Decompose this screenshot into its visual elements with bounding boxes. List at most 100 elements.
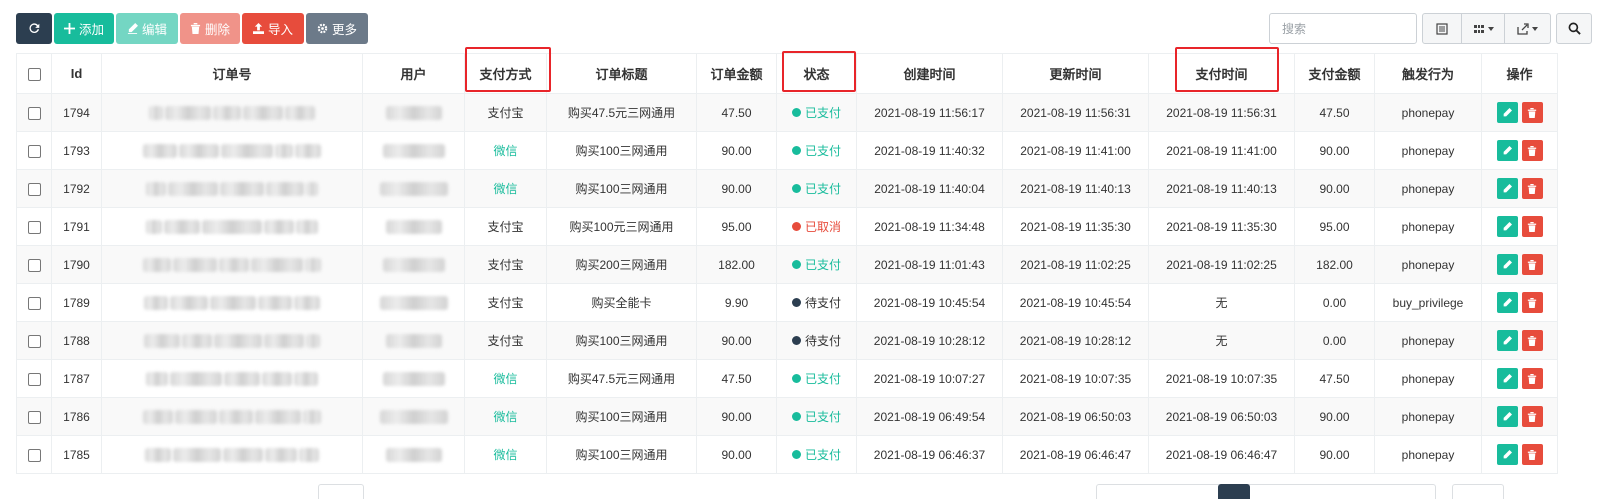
pagination-jump[interactable] [1452, 484, 1504, 499]
trash-icon [1527, 221, 1537, 232]
pencil-icon [1503, 297, 1512, 306]
cell-pay-method: 微信 [464, 397, 547, 436]
table-row[interactable]: 1794 支付宝 购买47.5元三网通用 47.50 已支付 2021-08-19 11:… [16, 93, 1558, 132]
trash-icon [1527, 373, 1537, 384]
cell-trigger: phonepay [1374, 435, 1482, 474]
right-tools [1269, 13, 1592, 44]
more-button[interactable]: 更多 [306, 13, 368, 44]
row-checkbox[interactable] [27, 372, 41, 386]
cell-updated: 2021-08-19 10:28:12 [1002, 321, 1149, 360]
pagination[interactable] [1096, 484, 1436, 499]
cell-trigger: phonepay [1374, 359, 1482, 398]
table-row[interactable]: 1793 微信 购买100三网通用 90.00 已支付 2021-08-19 11:40:… [16, 131, 1558, 170]
row-delete-button[interactable] [1521, 368, 1543, 389]
cell-user-redacted [362, 321, 465, 360]
row-checkbox[interactable] [27, 258, 41, 272]
export-dropdown-button[interactable] [1505, 13, 1551, 44]
cell-paid-amount: 182.00 [1294, 245, 1375, 284]
row-edit-button[interactable] [1496, 102, 1518, 123]
header-paid-time[interactable]: 支付时间 [1148, 53, 1295, 94]
row-delete-button[interactable] [1521, 254, 1543, 275]
orders-table: Id 订单号 用户 支付方式 订单标题 订单金额 状态 创建时间 更新时间 支付… [16, 53, 1558, 474]
columns-dropdown-button[interactable] [1462, 13, 1505, 44]
table-row[interactable]: 1791 支付宝 购买100元三网通用 95.00 已取消 2021-08-19 11:3… [16, 207, 1558, 246]
row-edit-button[interactable] [1496, 368, 1518, 389]
row-edit-button[interactable] [1496, 292, 1518, 313]
search-input[interactable] [1269, 13, 1417, 44]
table-row[interactable]: 1788 支付宝 购买100三网通用 90.00 待支付 2021-08-19 10:28… [16, 321, 1558, 360]
toggle-view-button[interactable] [1422, 13, 1462, 44]
row-edit-button[interactable] [1496, 178, 1518, 199]
delete-button[interactable]: 删除 [180, 13, 240, 44]
row-delete-button[interactable] [1521, 330, 1543, 351]
row-checkbox[interactable] [27, 220, 41, 234]
header-paid-amount[interactable]: 支付金额 [1294, 53, 1375, 94]
row-delete-button[interactable] [1521, 102, 1543, 123]
row-edit-button[interactable] [1496, 444, 1518, 465]
header-order-no[interactable]: 订单号 [101, 53, 363, 94]
add-button[interactable]: 添加 [54, 13, 114, 44]
row-checkbox[interactable] [27, 106, 41, 120]
cell-title: 购买200三网通用 [546, 245, 697, 284]
row-delete-button[interactable] [1521, 216, 1543, 237]
cell-paid-amount: 90.00 [1294, 435, 1375, 474]
row-checkbox[interactable] [27, 144, 41, 158]
header-id[interactable]: Id [51, 53, 102, 94]
refresh-button[interactable] [16, 13, 52, 44]
status-dot-icon [791, 222, 801, 231]
row-checkbox[interactable] [27, 334, 41, 348]
table-row[interactable]: 1790 支付宝 购买200三网通用 182.00 已支付 2021-08-19 11:0… [16, 245, 1558, 284]
table-row[interactable]: 1785 微信 购买100三网通用 90.00 已支付 2021-08-19 06:46:… [16, 435, 1558, 474]
row-delete-button[interactable] [1521, 292, 1543, 313]
header-status[interactable]: 状态 [776, 53, 857, 94]
header-pay-method[interactable]: 支付方式 [464, 53, 547, 94]
row-checkbox[interactable] [27, 182, 41, 196]
table-row[interactable]: 1787 微信 购买47.5元三网通用 47.50 已支付 2021-08-19 10:0… [16, 359, 1558, 398]
grid-icon [1473, 24, 1484, 33]
row-edit-button[interactable] [1496, 406, 1518, 427]
row-checkbox[interactable] [27, 296, 41, 310]
row-checkbox[interactable] [27, 448, 41, 462]
cell-amount: 95.00 [696, 207, 777, 246]
page-size-select[interactable] [318, 484, 364, 499]
header-amount[interactable]: 订单金额 [696, 53, 777, 94]
header-title[interactable]: 订单标题 [546, 53, 697, 94]
row-edit-button[interactable] [1496, 216, 1518, 237]
cell-id: 1794 [51, 93, 102, 132]
row-delete-button[interactable] [1521, 444, 1543, 465]
cell-user-redacted [362, 283, 465, 322]
table-row[interactable]: 1792 微信 购买100三网通用 90.00 已支付 2021-08-19 11:40:… [16, 169, 1558, 208]
row-edit-button[interactable] [1496, 254, 1518, 275]
select-all-checkbox[interactable] [27, 68, 41, 82]
pagination-active-page[interactable] [1218, 484, 1250, 499]
edit-button[interactable]: 编辑 [116, 13, 178, 44]
status-badge: 待支付 [791, 294, 841, 311]
status-badge: 已取消 [791, 218, 841, 235]
cell-trigger: phonepay [1374, 397, 1482, 436]
cell-order-no-redacted [101, 207, 363, 246]
header-created[interactable]: 创建时间 [856, 53, 1003, 94]
row-edit-button[interactable] [1496, 140, 1518, 161]
cell-paid-amount: 90.00 [1294, 169, 1375, 208]
trash-icon [1527, 335, 1537, 346]
import-button[interactable]: 导入 [242, 13, 304, 44]
pencil-icon [1503, 145, 1512, 154]
search-button[interactable] [1556, 13, 1592, 44]
table-row[interactable]: 1786 微信 购买100三网通用 90.00 已支付 2021-08-19 06:49:… [16, 397, 1558, 436]
table-row[interactable]: 1789 支付宝 购买全能卡 9.90 待支付 2021-08-19 10:45:54 20… [16, 283, 1558, 322]
cell-actions [1481, 169, 1558, 208]
row-delete-button[interactable] [1521, 406, 1543, 427]
row-delete-button[interactable] [1521, 178, 1543, 199]
header-trigger[interactable]: 触发行为 [1374, 53, 1482, 94]
list-view-icon [1436, 22, 1448, 35]
cell-paid-amount: 90.00 [1294, 397, 1375, 436]
row-delete-button[interactable] [1521, 140, 1543, 161]
header-updated[interactable]: 更新时间 [1002, 53, 1149, 94]
header-user[interactable]: 用户 [362, 53, 465, 94]
cell-created: 2021-08-19 06:46:37 [856, 435, 1003, 474]
row-edit-button[interactable] [1496, 330, 1518, 351]
toolbar: 添加 编辑 删除 导入 更多 [16, 13, 370, 44]
row-checkbox[interactable] [27, 410, 41, 424]
trash-icon [1527, 411, 1537, 422]
cell-order-no-redacted [101, 359, 363, 398]
